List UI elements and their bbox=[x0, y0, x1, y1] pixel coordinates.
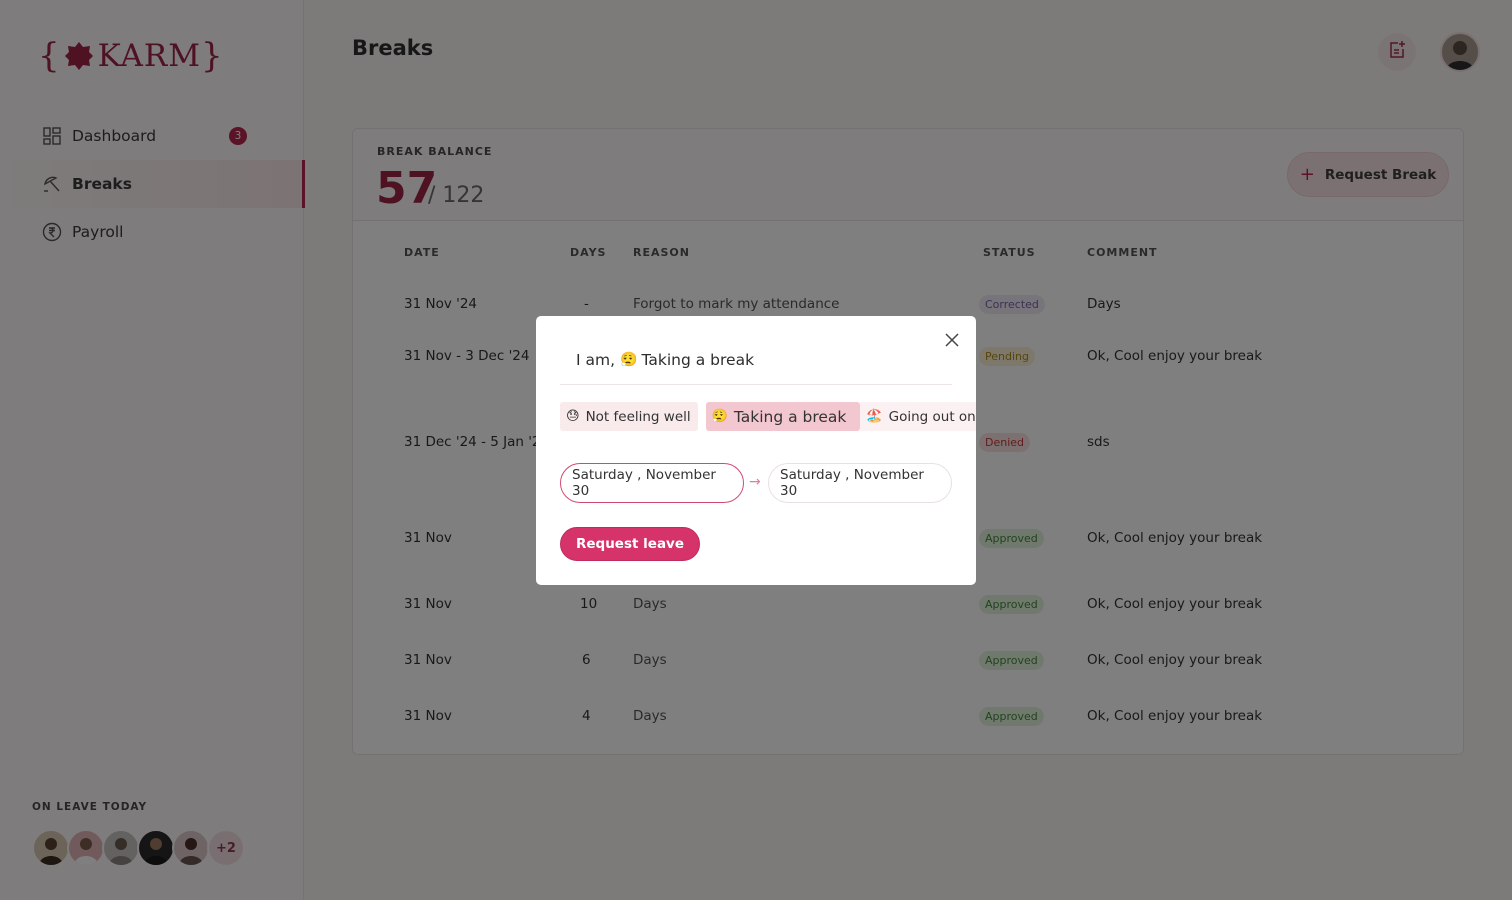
reason-chips: 😓 Not feeling well 😮‍💨 Taking a break 🏖️… bbox=[560, 402, 976, 431]
close-button[interactable] bbox=[942, 330, 962, 350]
statement-emoji: 😮‍💨 bbox=[620, 352, 638, 368]
reason-emoji: 🏖️ bbox=[866, 409, 883, 424]
reason-chip-taking-a-break[interactable]: 😮‍💨 Taking a break bbox=[705, 402, 861, 431]
reason-chip-not-feeling-well[interactable]: 😓 Not feeling well bbox=[560, 402, 698, 431]
reason-emoji: 😮‍💨 bbox=[711, 409, 728, 424]
request-leave-button[interactable]: Request leave bbox=[560, 527, 700, 561]
statement-reason: Taking a break bbox=[641, 351, 755, 369]
reason-emoji: 😓 bbox=[566, 409, 580, 424]
start-date-picker[interactable]: Saturday , November 30 bbox=[560, 463, 744, 503]
reason-chip-going-out[interactable]: 🏖️ Going out on a bbox=[860, 402, 976, 431]
arrow-right-icon: → bbox=[749, 474, 761, 490]
reason-label: Not feeling well bbox=[585, 408, 691, 425]
request-leave-modal: I am, 😮‍💨 Taking a break 😓 Not feeling w… bbox=[536, 316, 976, 585]
end-date-picker[interactable]: Saturday , November 30 bbox=[768, 463, 952, 503]
close-icon bbox=[945, 333, 959, 347]
reason-statement: I am, 😮‍💨 Taking a break bbox=[576, 351, 754, 369]
divider bbox=[560, 384, 952, 385]
statement-prefix: I am, bbox=[576, 351, 616, 369]
reason-label: Going out on a bbox=[888, 408, 976, 425]
reason-label: Taking a break bbox=[733, 407, 847, 426]
